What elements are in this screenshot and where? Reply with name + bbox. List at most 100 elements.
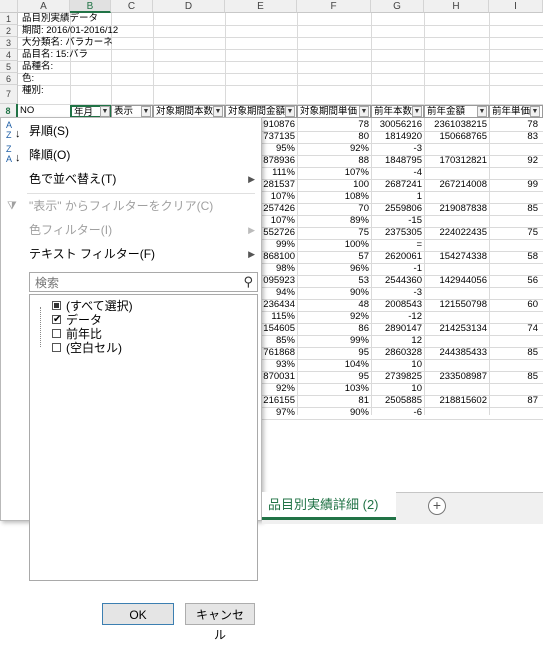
table-cell[interactable]: 92%	[299, 143, 369, 155]
table-cell[interactable]: 100	[299, 179, 369, 191]
column-header-e[interactable]: E	[225, 0, 297, 13]
table-cell[interactable]: 1814920	[372, 131, 422, 143]
table-cell[interactable]: 99	[490, 179, 538, 191]
table-cell[interactable]: 78	[299, 119, 369, 131]
list-item-blank[interactable]: (空白セル)	[52, 341, 122, 355]
menu-sort-descending[interactable]: ZA ↓ 降順(O)	[1, 144, 261, 166]
table-cell[interactable]: 85	[490, 203, 538, 215]
table-cell[interactable]: -3	[372, 143, 422, 155]
table-cell[interactable]: 87	[490, 395, 538, 407]
table-cell[interactable]: 81	[299, 395, 369, 407]
column-header-c[interactable]: C	[111, 0, 153, 13]
add-sheet-icon[interactable]: +	[428, 497, 446, 515]
table-cell[interactable]: 121550798	[425, 299, 487, 311]
table-cell[interactable]: -4	[372, 167, 422, 179]
table-cell[interactable]: 218815602	[425, 395, 487, 407]
filter-dropdown-icon[interactable]: ▼	[359, 106, 369, 117]
table-cell[interactable]: 30056216	[372, 119, 422, 131]
row-header-1[interactable]: 1	[0, 13, 18, 25]
table-cell[interactable]: 2505885	[372, 395, 422, 407]
checkbox-checked[interactable]: ✔	[52, 315, 61, 325]
table-cell[interactable]: 85	[490, 371, 538, 383]
table-cell[interactable]: 48	[299, 299, 369, 311]
list-item-data[interactable]: ✔ データ	[52, 313, 102, 327]
table-cell[interactable]: 244385433	[425, 347, 487, 359]
table-cell[interactable]: 233508987	[425, 371, 487, 383]
menu-text-filter[interactable]: テキスト フィルター(F) ▶	[1, 243, 261, 265]
table-cell[interactable]: 154274338	[425, 251, 487, 263]
cancel-button[interactable]: キャンセル	[185, 603, 255, 642]
table-cell[interactable]: 2860328	[372, 347, 422, 359]
table-cell[interactable]: 74	[490, 323, 538, 335]
table-cell[interactable]: 95	[299, 371, 369, 383]
table-cell[interactable]: 60	[490, 299, 538, 311]
table-cell[interactable]: 85	[490, 347, 538, 359]
filter-dropdown-icon[interactable]: ▼	[213, 106, 223, 117]
table-cell[interactable]: 104%	[299, 359, 369, 371]
sheet-tab[interactable]: 品目別実績詳細 (2)	[262, 492, 396, 520]
table-cell[interactable]: -1	[372, 263, 422, 275]
table-cell[interactable]: 170312821	[425, 155, 487, 167]
table-cell[interactable]: 2375305	[372, 227, 422, 239]
table-cell[interactable]: 2361038215	[425, 119, 487, 131]
table-cell[interactable]: -6	[372, 407, 422, 419]
table-cell[interactable]: 2890147	[372, 323, 422, 335]
row-header-3[interactable]: 3	[0, 37, 18, 49]
select-all-corner[interactable]	[0, 0, 18, 13]
filter-dropdown-icon[interactable]: ▼	[412, 106, 422, 117]
column-header-g[interactable]: G	[371, 0, 424, 13]
filter-dropdown-icon[interactable]: ▼	[477, 106, 487, 117]
filter-dropdown-icon[interactable]: ▼	[285, 106, 295, 117]
menu-sort-by-color[interactable]: 色で並べ替え(T) ▶	[1, 168, 261, 190]
table-cell[interactable]: 2687241	[372, 179, 422, 191]
table-cell[interactable]: 107%	[299, 167, 369, 179]
row-header-6[interactable]: 6	[0, 73, 18, 85]
search-input[interactable]	[33, 274, 237, 292]
table-cell[interactable]: 2544360	[372, 275, 422, 287]
column-header-d[interactable]: D	[153, 0, 225, 13]
table-cell[interactable]: =	[372, 239, 422, 251]
column-header-a[interactable]: A	[18, 0, 70, 13]
table-cell[interactable]: 58	[490, 251, 538, 263]
filter-dropdown-icon[interactable]: ▼	[530, 106, 540, 117]
table-cell[interactable]: 78	[490, 119, 538, 131]
table-cell[interactable]: 267214008	[425, 179, 487, 191]
column-header-i[interactable]: I	[489, 0, 543, 13]
list-item-select-all[interactable]: (すべて選択)	[52, 299, 133, 313]
table-cell[interactable]: 108%	[299, 191, 369, 203]
menu-sort-ascending[interactable]: AZ ↓ 昇順(S)	[1, 120, 261, 142]
table-cell[interactable]: 92	[490, 155, 538, 167]
row-header-5[interactable]: 5	[0, 61, 18, 73]
table-cell[interactable]: 88	[299, 155, 369, 167]
table-cell[interactable]: 142944056	[425, 275, 487, 287]
table-cell[interactable]: 57	[299, 251, 369, 263]
table-cell[interactable]: 1	[372, 191, 422, 203]
row-header-4[interactable]: 4	[0, 49, 18, 61]
checkbox-unchecked[interactable]	[52, 343, 61, 352]
table-cell[interactable]: 90%	[299, 407, 369, 419]
table-cell[interactable]: 150668765	[425, 131, 487, 143]
table-cell[interactable]: 75	[490, 227, 538, 239]
table-cell[interactable]: 224022435	[425, 227, 487, 239]
filter-dropdown-icon[interactable]: ▼	[141, 106, 151, 117]
table-cell[interactable]: 89%	[299, 215, 369, 227]
menu-clear-filter[interactable]: ⧩ "表示" からフィルターをクリア(C)	[1, 195, 261, 217]
ok-button[interactable]: OK	[102, 603, 174, 625]
column-header-h[interactable]: H	[424, 0, 489, 13]
table-cell[interactable]: 10	[372, 359, 422, 371]
checkbox-unchecked[interactable]	[52, 329, 61, 338]
table-cell[interactable]: 219087838	[425, 203, 487, 215]
table-cell[interactable]: 103%	[299, 383, 369, 395]
table-cell[interactable]: 95	[299, 347, 369, 359]
row-header-2[interactable]: 2	[0, 25, 18, 37]
table-cell[interactable]: -12	[372, 311, 422, 323]
table-cell[interactable]: 1848795	[372, 155, 422, 167]
table-cell[interactable]: -3	[372, 287, 422, 299]
table-cell[interactable]: 80	[299, 131, 369, 143]
row-header-7[interactable]: 7	[0, 85, 18, 104]
table-cell[interactable]: 96%	[299, 263, 369, 275]
table-cell[interactable]: 75	[299, 227, 369, 239]
list-item-yoy[interactable]: 前年比	[52, 327, 102, 341]
table-cell[interactable]: 2620061	[372, 251, 422, 263]
table-cell[interactable]: 99%	[299, 335, 369, 347]
